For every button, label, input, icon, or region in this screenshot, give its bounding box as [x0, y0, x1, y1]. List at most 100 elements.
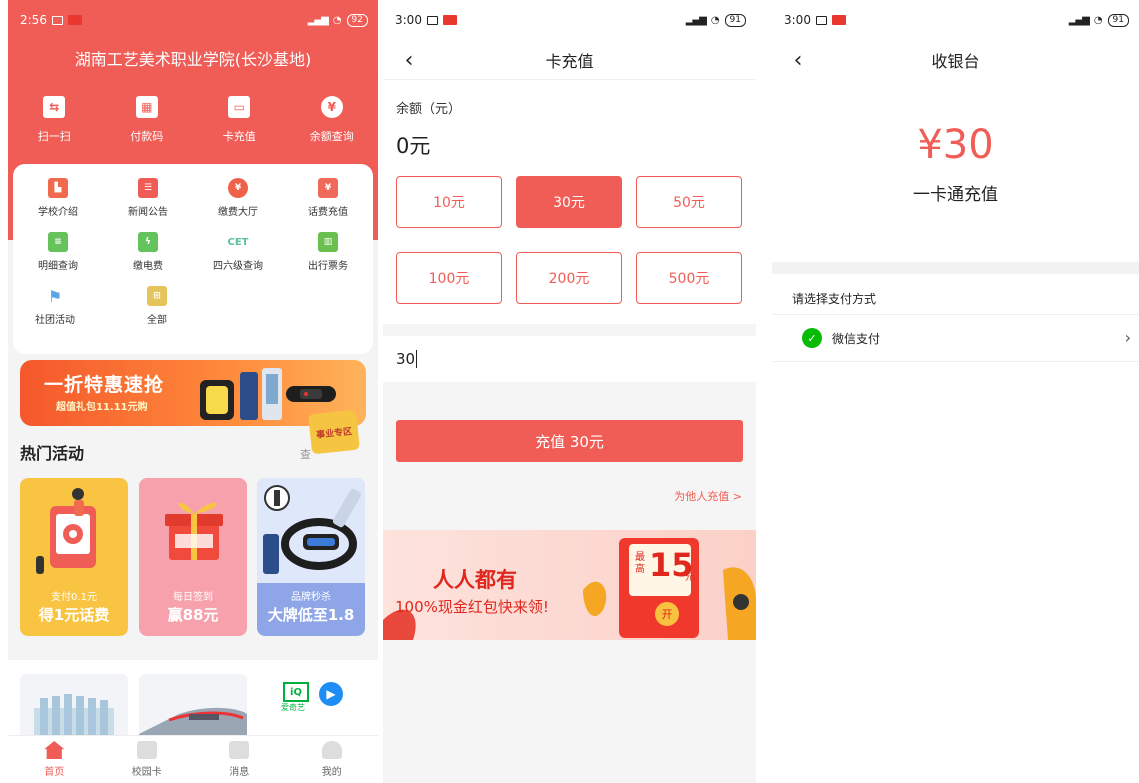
menu-phone-recharge[interactable]: ¥ 话费充值 [293, 178, 363, 218]
payment-method-name: 微信支付 [832, 331, 881, 346]
menu-news[interactable]: ☰ 新闻公告 [113, 178, 183, 218]
battery-icon: 92 [346, 13, 368, 27]
amount-option[interactable]: 200元 [516, 252, 622, 304]
scan-button[interactable]: ⇆ 扫一扫 [18, 96, 90, 144]
nav-bar: ‹ 卡充值 [383, 40, 756, 80]
menu-electricity[interactable]: ϟ 缴电费 [113, 232, 183, 272]
notification-icon [51, 15, 63, 25]
scan-icon: ⇆ [43, 96, 66, 118]
cet-icon: CET [227, 236, 249, 248]
hot-more-link[interactable]: 查 [300, 446, 311, 462]
phone-recharge-icon: ¥ [318, 178, 338, 198]
menu-school-intro[interactable]: ▙ 学校介绍 [23, 178, 93, 218]
balance-panel: 余额（元） 0元 10元 30元 50元 100元 200元 500元 [383, 80, 756, 324]
chevron-right-icon: › [1124, 328, 1131, 347]
home-screen: 2:56 ▂▄▆ ◔ 92 湖南工艺美术职业学院(长沙基地) ⇆ 扫一扫 ▦ 付… [8, 0, 378, 783]
back-button[interactable]: ‹ [784, 46, 812, 74]
details-icon: ≡ [48, 232, 68, 252]
amount-options: 10元 30元 50元 100元 200元 500元 [396, 176, 743, 304]
qr-code-icon: ▦ [135, 96, 158, 118]
amount-option-selected[interactable]: 30元 [516, 176, 622, 228]
menu-clubs[interactable]: ⚑ 社团活动 [20, 286, 90, 327]
status-time: 3:00 [784, 13, 811, 27]
chevron-left-icon: ‹ [793, 47, 803, 73]
profile-icon [321, 741, 342, 759]
red-packet-title: 人人都有 [433, 568, 517, 592]
battery-icon: 91 [724, 13, 746, 27]
menu-travel-tickets[interactable]: ▥ 出行票务 [293, 232, 363, 272]
bottom-tab-bar: 首页 校园卡 消息 我的 [8, 735, 378, 783]
recommend-card-skincare[interactable] [20, 674, 128, 740]
status-bar: 3:00 ▂▄▆ ◔ 91 [383, 0, 756, 40]
recharge-for-others-link[interactable]: 为他人充值 > [674, 488, 742, 504]
promo-tag[interactable]: 事业专区 [308, 409, 360, 455]
wifi-icon: ◔ [332, 14, 342, 26]
luggage-icon: ▥ [318, 232, 338, 252]
activity-image [139, 478, 247, 583]
amount-option[interactable]: 100元 [396, 252, 502, 304]
activity-image [257, 478, 365, 583]
payment-hall-icon: ¥ [228, 178, 248, 198]
news-icon: ☰ [138, 178, 158, 198]
back-button[interactable]: ‹ [395, 46, 423, 74]
amount-option[interactable]: 500元 [636, 252, 742, 304]
recommend-section: iQ 爱奇艺 ▶ [8, 660, 378, 740]
signal-icon: ▂▄▆ [1068, 14, 1090, 26]
promo-title: 一折特惠速抢 [44, 374, 165, 396]
app-notification-icon [442, 15, 457, 25]
page-title: 卡充值 [545, 51, 594, 71]
status-bar: 3:00 ▂▄▆ ◔ 91 [772, 0, 1139, 40]
text-caret [416, 350, 418, 368]
balance-bag-icon: ¥ [320, 96, 343, 118]
red-packet-max-label: 最高 [635, 552, 645, 575]
wechat-pay-option[interactable]: ✓ 微信支付 › [772, 314, 1139, 362]
custom-amount-input[interactable]: 30 [383, 336, 756, 382]
status-bar: 2:56 ▂▄▆ ◔ 92 [8, 0, 378, 40]
cashier-screen: 3:00 ▂▄▆ ◔ 91 ‹ 收银台 ¥30 一卡通充值 请选择支付方式 ✓ … [772, 0, 1139, 783]
activity-card-pay[interactable]: 支付0.1元 得1元话费 [20, 478, 128, 636]
recommend-card-iqiyi[interactable]: iQ 爱奇艺 ▶ [257, 674, 365, 740]
open-button[interactable]: 开 [655, 602, 679, 626]
notification-icon [426, 15, 438, 25]
amount-option[interactable]: 50元 [636, 176, 742, 228]
recommend-card-train[interactable] [139, 674, 247, 740]
tab-profile[interactable]: 我的 [302, 741, 362, 778]
payment-amount: ¥30 [917, 122, 994, 168]
menu-details[interactable]: ≡ 明细查询 [23, 232, 93, 272]
recharge-button[interactable]: 充值 30元 [396, 420, 743, 462]
signal-icon: ▂▄▆ [685, 14, 707, 26]
page-title: 收银台 [931, 52, 980, 71]
flag-icon: ⚑ [47, 286, 63, 306]
wifi-icon: ◔ [710, 14, 720, 26]
card-recharge-button[interactable]: ▭ 卡充值 [203, 96, 275, 144]
tab-home[interactable]: 首页 [24, 741, 84, 778]
card-recharge-screen: 3:00 ▂▄▆ ◔ 91 ‹ 卡充值 余额（元） 0元 10元 30元 50元… [383, 0, 756, 783]
school-icon: ▙ [48, 178, 68, 198]
payment-code-button[interactable]: ▦ 付款码 [111, 96, 183, 144]
hot-activities-title: 热门活动 [20, 444, 85, 463]
app-notification-icon [831, 15, 846, 25]
video-play-icon: ▶ [319, 682, 343, 706]
tab-messages[interactable]: 消息 [209, 741, 269, 778]
activity-card-checkin[interactable]: 每日签到 赢88元 [139, 478, 247, 636]
battery-icon: 91 [1107, 13, 1129, 27]
nav-bar: ‹ 收银台 [772, 40, 1139, 80]
wechat-pay-icon: ✓ [802, 328, 822, 348]
message-icon [229, 741, 250, 759]
notification-icon [815, 15, 827, 25]
campus-card-icon [136, 741, 157, 759]
service-menu: ▙ 学校介绍 ☰ 新闻公告 ¥ 缴费大厅 ¥ 话费充值 ≡ 明细查询 ϟ 缴电费… [13, 164, 373, 354]
status-time: 2:56 [20, 13, 47, 27]
balance-query-button[interactable]: ¥ 余额查询 [296, 96, 368, 144]
menu-payment-hall[interactable]: ¥ 缴费大厅 [203, 178, 273, 218]
activity-card-flash-sale[interactable]: 品牌秒杀 大牌低至1.8 [257, 478, 365, 636]
tab-campus-card[interactable]: 校园卡 [117, 741, 177, 778]
amount-option[interactable]: 10元 [396, 176, 502, 228]
lightning-icon: ϟ [138, 232, 158, 252]
menu-cet[interactable]: CET 四六级查询 [203, 232, 273, 273]
payment-description: 一卡通充值 [913, 185, 998, 205]
signal-icon: ▂▄▆ [307, 14, 329, 26]
payment-method-label: 请选择支付方式 [792, 292, 877, 306]
menu-all[interactable]: ⊞ 全部 [122, 286, 192, 326]
red-packet-banner[interactable]: 人人都有 100%现金红包快来领! 最高 15 元 开 [383, 530, 756, 640]
